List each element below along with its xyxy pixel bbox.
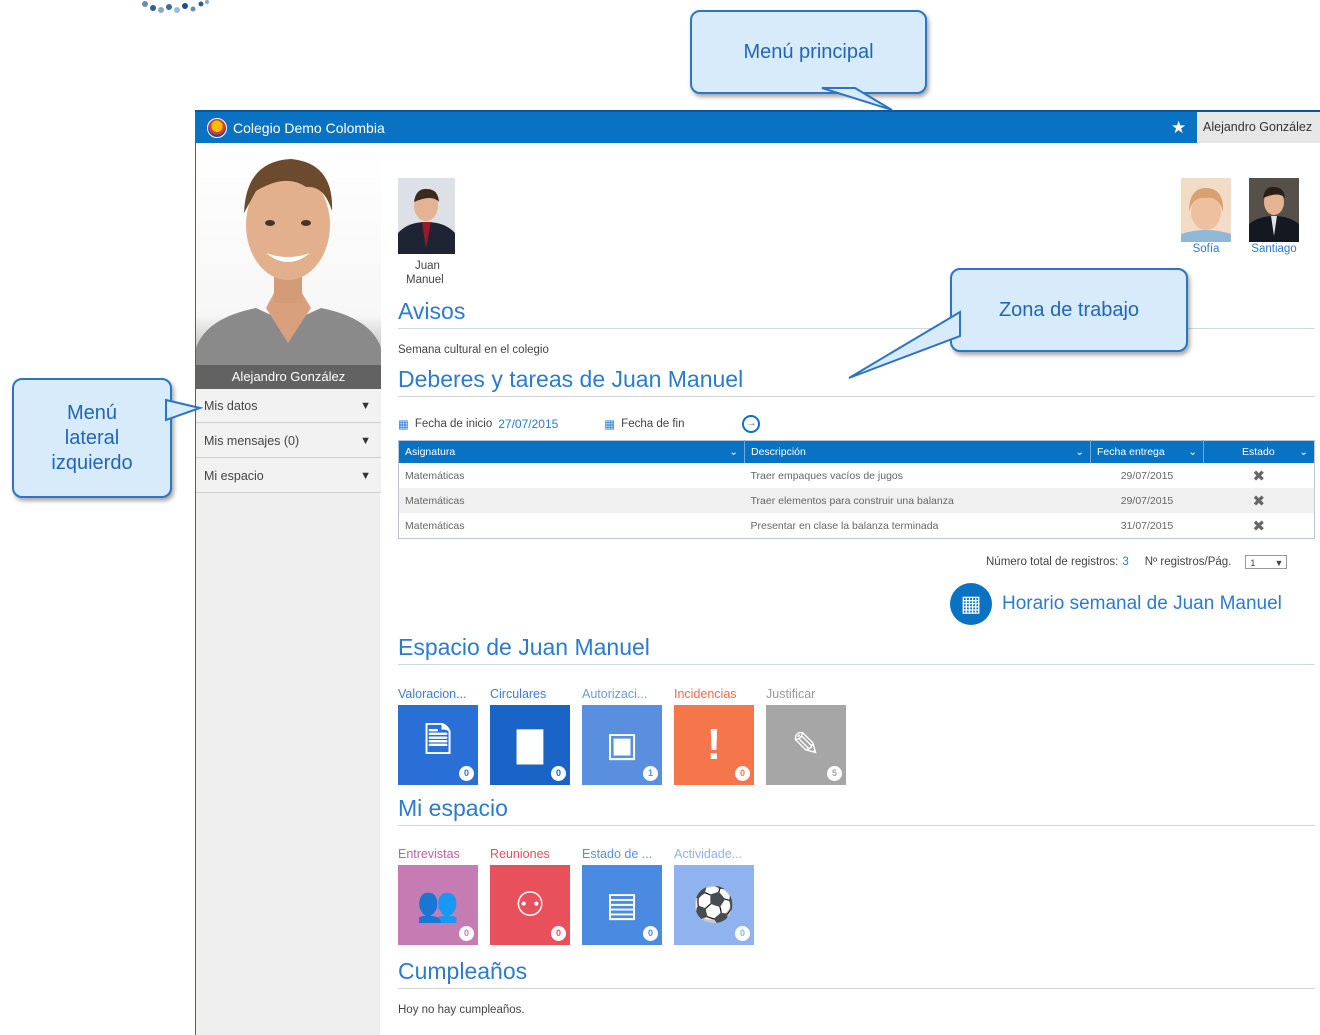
date-filter: ▦ Fecha de inicio 27/07/2015 ▦ Fecha de … bbox=[398, 415, 818, 433]
tile-label: Valoracion... bbox=[398, 687, 467, 701]
cumpleanos-title: Cumpleaños bbox=[398, 958, 1315, 989]
column-header-estado[interactable]: Estado ⌄ bbox=[1203, 440, 1315, 463]
profile-name: Alejandro González bbox=[196, 365, 381, 389]
cumpleanos-text: Hoy no hay cumpleaños. bbox=[398, 1004, 525, 1016]
dropdown-arrow-icon: ▼ bbox=[1274, 558, 1284, 568]
main-menu-bar: Colegio Demo Colombia ★ Alejandro Gonzál… bbox=[195, 110, 1320, 143]
student-photo-icon bbox=[398, 178, 455, 254]
tile-entrevistas[interactable]: 👥 0 bbox=[398, 865, 478, 945]
column-header-descripcion[interactable]: Descripción ⌄ bbox=[744, 440, 1091, 463]
tile-reuniones[interactable]: ⚇ 0 bbox=[490, 865, 570, 945]
calendar-icon[interactable]: ▦ bbox=[398, 417, 409, 431]
tile-label: Autorizaci... bbox=[582, 687, 648, 701]
user-menu[interactable]: Alejandro González bbox=[1197, 112, 1320, 143]
profile-photo: Alejandro González bbox=[196, 143, 381, 389]
callout-left-menu: Menú lateral izquierdo bbox=[12, 378, 172, 498]
count-badge: 5 bbox=[827, 766, 842, 781]
count-badge: 0 bbox=[643, 926, 658, 941]
tile-autorizaci[interactable]: ▣ 1 bbox=[582, 705, 662, 785]
document-edit-icon: 🗎 bbox=[424, 721, 452, 760]
child-current[interactable]: Juan Manuel bbox=[398, 178, 458, 287]
espacio-title: Espacio de Juan Manuel bbox=[398, 634, 1315, 665]
count-badge: 0 bbox=[459, 766, 474, 781]
tile-justificar[interactable]: ✎ 5 bbox=[766, 705, 846, 785]
exclamation-icon: ! bbox=[706, 720, 722, 769]
student-photo-icon bbox=[1249, 178, 1299, 242]
calendar-circle-icon: ▦ bbox=[950, 583, 992, 625]
tile-incidencias[interactable]: ! 0 bbox=[674, 705, 754, 785]
tile-valoracion[interactable]: 🗎 0 bbox=[398, 705, 478, 785]
sidebar-item-mis-datos[interactable]: Mis datos ▼ bbox=[196, 389, 381, 423]
chevron-down-icon: ⌄ bbox=[1299, 446, 1308, 458]
favorites-star-icon[interactable]: ★ bbox=[1171, 119, 1186, 136]
person-avatar-icon bbox=[196, 159, 381, 389]
pin-note-icon: ✎ bbox=[791, 726, 821, 764]
status-x-icon: ✖ bbox=[1203, 488, 1315, 513]
count-badge: 0 bbox=[551, 766, 566, 781]
school-name: Colegio Demo Colombia bbox=[233, 120, 385, 136]
left-sidebar: Alejandro González Mis datos ▼ Mis mensa… bbox=[195, 143, 381, 1035]
pagination: Número total de registros: 3 Nº registro… bbox=[986, 555, 1316, 569]
tile-label: Entrevistas bbox=[398, 847, 460, 861]
people-icon: 👥 bbox=[416, 886, 460, 924]
school-logo-icon bbox=[207, 118, 227, 138]
tile-label: Incidencias bbox=[674, 687, 737, 701]
chevron-down-icon: ▼ bbox=[360, 470, 371, 482]
status-x-icon: ✖ bbox=[1252, 517, 1266, 535]
calendar-icon[interactable]: ▦ bbox=[604, 417, 615, 431]
count-badge: 0 bbox=[551, 926, 566, 941]
school-brand[interactable]: Colegio Demo Colombia bbox=[207, 118, 385, 138]
file-icon: ▇ bbox=[516, 726, 544, 764]
tile-label: Actividade... bbox=[674, 847, 743, 861]
child-santiago[interactable]: Santiago bbox=[1244, 178, 1304, 255]
sidebar-item-mi-espacio[interactable]: Mi espacio ▼ bbox=[196, 459, 381, 493]
tile-label: Estado de ... bbox=[582, 847, 653, 861]
network-icon: ⚇ bbox=[514, 886, 546, 924]
callout-pointer bbox=[165, 398, 204, 422]
horario-link[interactable]: ▦ Horario semanal de Juan Manuel bbox=[950, 583, 1320, 625]
count-badge: 0 bbox=[459, 926, 474, 941]
logo-fragment bbox=[142, 0, 209, 13]
tile-label: Reuniones bbox=[490, 847, 550, 861]
column-header-asignatura[interactable]: Asignatura ⌄ bbox=[398, 440, 745, 463]
chevron-down-icon: ▼ bbox=[360, 435, 371, 447]
sidebar-item-mis-mensajes[interactable]: Mis mensajes (0) ▼ bbox=[196, 424, 381, 458]
runner-icon: ⚽ bbox=[692, 886, 736, 924]
callout-main-menu: Menú principal bbox=[690, 10, 927, 94]
count-badge: 0 bbox=[735, 766, 750, 781]
tile-circulares[interactable]: ▇ 0 bbox=[490, 705, 570, 785]
go-arrow-icon[interactable]: → bbox=[742, 415, 761, 433]
tile-actividade[interactable]: ⚽ 0 bbox=[674, 865, 754, 945]
student-photo-icon bbox=[1181, 178, 1231, 242]
tile-label: Justificar bbox=[766, 687, 816, 701]
table-row[interactable]: Matemáticas Traer elementos para constru… bbox=[398, 488, 1315, 513]
document-list-icon: ▤ bbox=[605, 886, 639, 924]
chevron-down-icon: ▼ bbox=[360, 400, 371, 412]
chevron-down-icon: ⌄ bbox=[1188, 446, 1197, 458]
child-sofia[interactable]: Sofía bbox=[1181, 178, 1231, 255]
per-page-select[interactable]: 1 ▼ bbox=[1245, 555, 1288, 569]
chevron-down-icon: ⌄ bbox=[729, 446, 738, 458]
fecha-inicio-input[interactable]: 27/07/2015 bbox=[498, 417, 558, 431]
table-row[interactable]: Matemáticas Traer empaques vacíos de jug… bbox=[399, 463, 1315, 488]
status-x-icon: ✖ bbox=[1252, 467, 1266, 485]
count-badge: 0 bbox=[735, 926, 750, 941]
count-badge: 1 bbox=[643, 766, 658, 781]
column-header-fecha[interactable]: Fecha entrega ⌄ bbox=[1090, 440, 1204, 463]
chevron-down-icon: ⌄ bbox=[1075, 446, 1084, 458]
avisos-text: Semana cultural en el colegio bbox=[398, 344, 549, 356]
callout-work-zone: Zona de trabajo bbox=[950, 268, 1188, 352]
app-window: Colegio Demo Colombia ★ Alejandro Gonzál… bbox=[195, 110, 1320, 1035]
tile-label: Circulares bbox=[490, 687, 547, 701]
table-row[interactable]: Matemáticas Presentar en clase la balanz… bbox=[399, 513, 1315, 539]
id-card-icon: ▣ bbox=[605, 726, 639, 764]
tasks-table: Asignatura ⌄ Descripción ⌄ Fecha entrega ⌄ … bbox=[398, 440, 1315, 539]
mi-espacio-title: Mi espacio bbox=[398, 795, 1315, 826]
callout-pointer bbox=[848, 310, 961, 379]
tile-estadode[interactable]: ▤ 0 bbox=[582, 865, 662, 945]
